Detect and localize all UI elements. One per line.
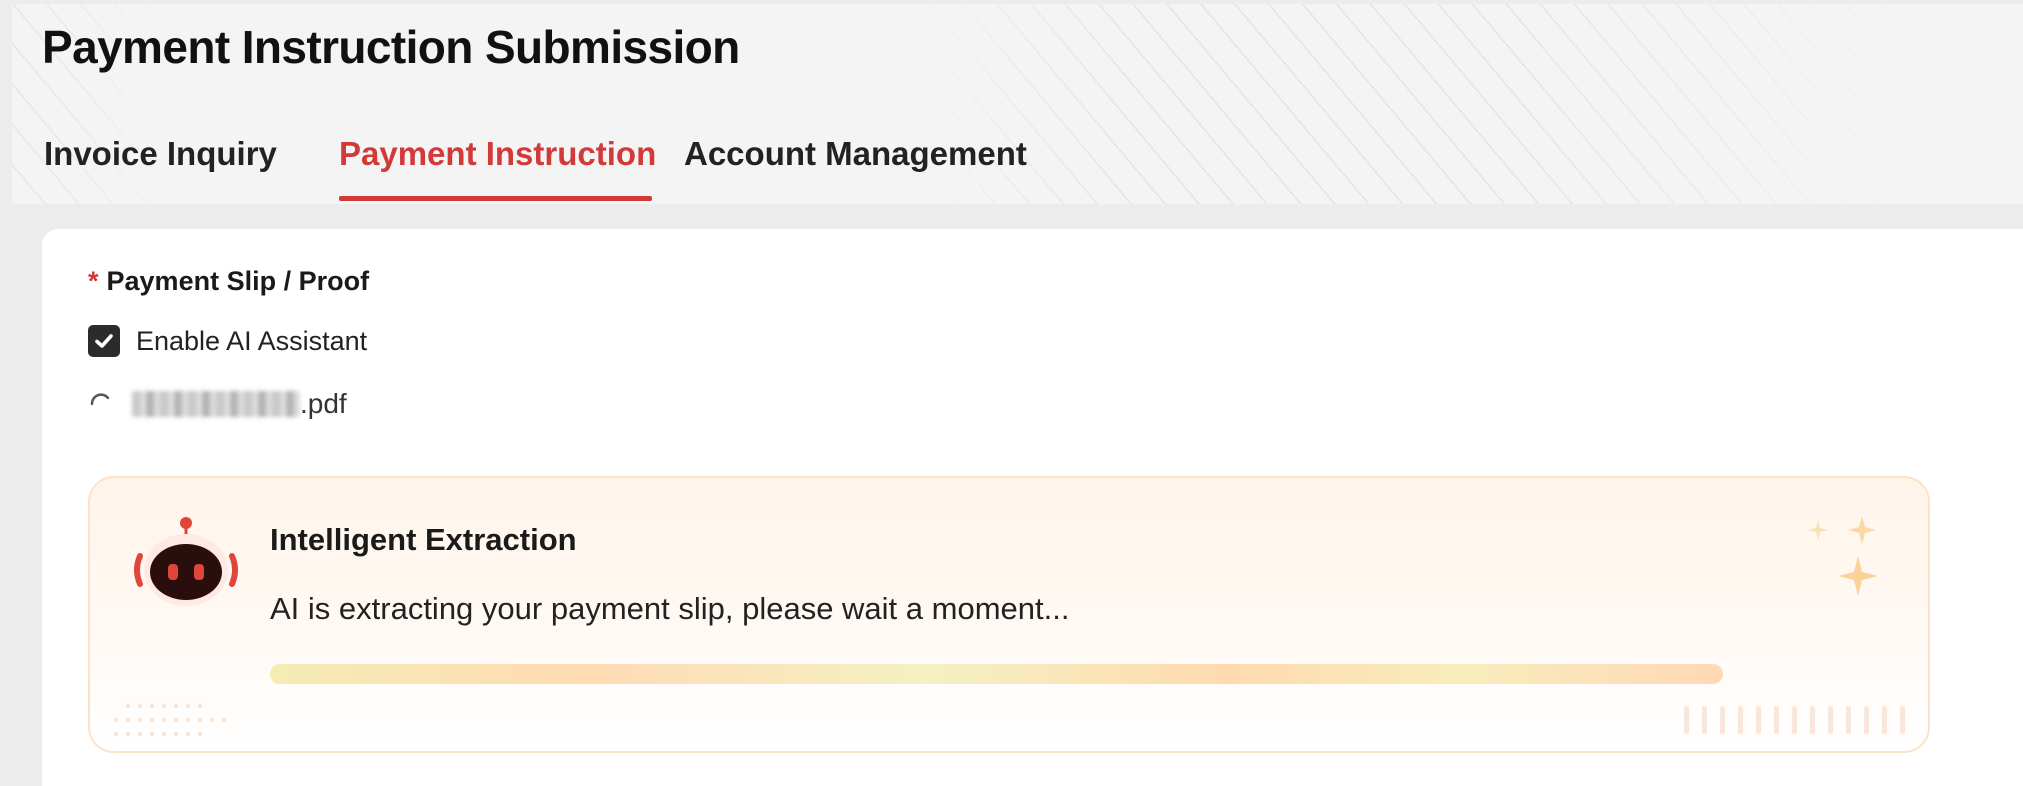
spinner-icon — [90, 393, 110, 406]
file-extension: .pdf — [300, 388, 347, 419]
dot-pattern-decoration — [113, 703, 227, 737]
extraction-progress-bar — [270, 664, 1723, 684]
page: Payment Instruction Submission Invoice I… — [0, 0, 2023, 786]
file-name: .pdf — [132, 388, 347, 420]
page-title: Payment Instruction Submission — [42, 21, 740, 73]
extraction-title: Intelligent Extraction — [270, 522, 577, 557]
required-marker: * — [88, 266, 99, 296]
tab-invoice-inquiry[interactable]: Invoice Inquiry — [44, 135, 339, 205]
tab-bar: Invoice Inquiry Payment Instruction Acco… — [44, 135, 1064, 205]
tab-label: Account Management — [684, 135, 1027, 172]
bar-pattern-decoration — [1684, 706, 1905, 734]
intelligent-extraction-panel: Intelligent Extraction AI is extracting … — [88, 476, 1930, 753]
tab-payment-instruction[interactable]: Payment Instruction — [339, 135, 684, 205]
redacted-filename — [132, 391, 300, 417]
check-icon — [95, 334, 113, 348]
extraction-message: AI is extracting your payment slip, plea… — [270, 591, 1070, 626]
uploaded-file-item[interactable]: .pdf — [88, 388, 347, 420]
tab-label: Invoice Inquiry — [44, 135, 277, 172]
enable-ai-assistant-checkbox[interactable]: Enable AI Assistant — [88, 325, 367, 357]
payment-slip-field-label: * Payment Slip / Proof — [88, 266, 369, 297]
tab-account-management[interactable]: Account Management — [684, 135, 1064, 205]
sparkle-icon — [1808, 516, 1878, 596]
field-label-text: Payment Slip / Proof — [106, 266, 370, 296]
robot-icon — [134, 517, 238, 606]
tab-label: Payment Instruction — [339, 135, 657, 172]
active-tab-indicator — [339, 196, 652, 201]
checkbox-box[interactable] — [88, 325, 120, 357]
ai-toggle-label: Enable AI Assistant — [136, 325, 368, 356]
